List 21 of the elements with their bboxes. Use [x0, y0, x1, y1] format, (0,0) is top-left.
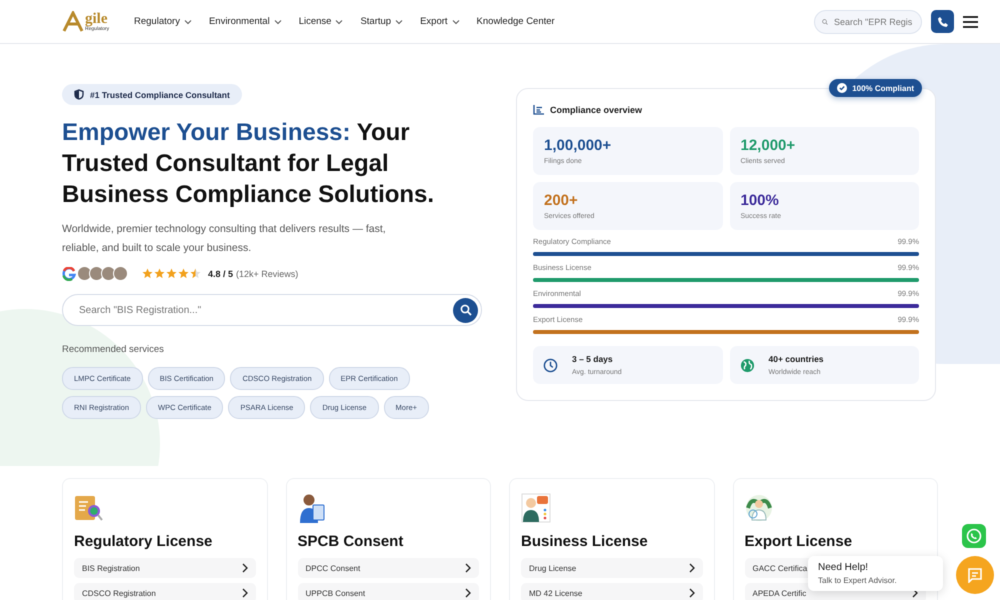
- fact-title: 3 – 5 days: [572, 354, 614, 364]
- rating-score: 4.8 / 5: [208, 268, 234, 278]
- badge-text: 100% Compliant: [852, 84, 914, 92]
- card-title: Business License: [521, 533, 649, 550]
- recommended-label: Recommended services: [62, 344, 165, 355]
- help-subtitle: Talk to Expert Advisor.: [818, 576, 898, 585]
- help-title: Need Help!: [818, 562, 870, 573]
- overview-title: Compliance overview: [550, 105, 642, 115]
- hero-subtitle: Worldwide, premier technology consulting that delivers results — fast, reliable, and built to scale your business.: [62, 222, 387, 256]
- fact-title: 40+ countries: [768, 354, 824, 364]
- card-title: Regulatory License: [74, 533, 214, 550]
- hero-title: Empower Your Business: Your Trusted Consultant for Legal Business Compliance Solutions.: [62, 118, 436, 210]
- card-title: SPCB Consent: [298, 533, 404, 550]
- stat-value: 200+: [544, 192, 579, 209]
- stat-value: 12,000+: [740, 137, 796, 154]
- stat-value: 1,00,000+: [544, 137, 612, 154]
- review-count: (12k+ Reviews): [236, 268, 298, 278]
- card-title: Export License: [744, 533, 854, 550]
- badge-text: #1 Trusted Compliance Consultant: [90, 90, 230, 100]
- stat-value: 100%: [740, 192, 780, 209]
- logo-word: gile: [85, 12, 108, 26]
